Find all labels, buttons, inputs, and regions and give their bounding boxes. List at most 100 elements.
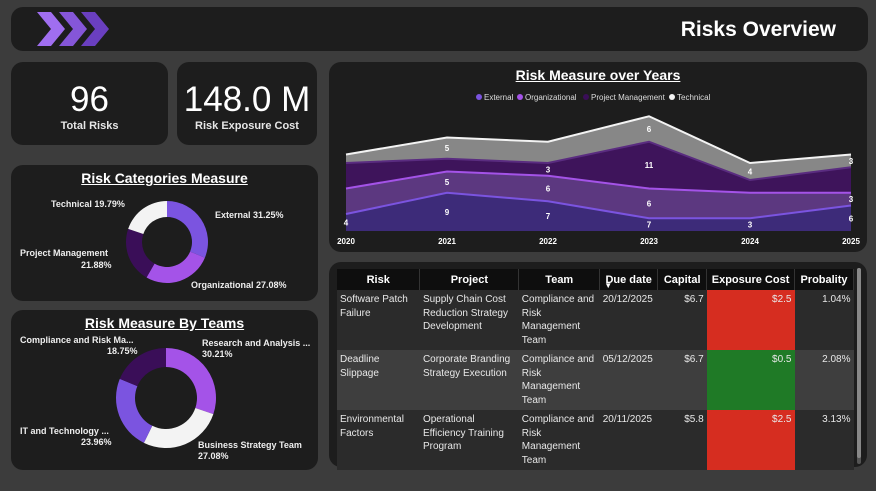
legend-item: Organizational bbox=[525, 93, 577, 102]
label-it-1: IT and Technology ... bbox=[20, 426, 109, 436]
risk-categories-panel: Risk Categories Measure External 31.25% … bbox=[11, 165, 318, 301]
x-tick-label: 2025 bbox=[842, 237, 860, 246]
data-label: 6 bbox=[647, 199, 652, 208]
cell-probability: 3.13% bbox=[794, 410, 854, 470]
cell-risk: Environmental Factors bbox=[337, 410, 420, 470]
table-scrollbar-thumb[interactable] bbox=[857, 268, 861, 458]
x-tick-label: 2021 bbox=[438, 237, 456, 246]
risk-years-panel: Risk Measure over Years 4 9 7 7 3 6 5 6 6 3 3 11 5 6 4… bbox=[329, 62, 867, 252]
data-label: 3 bbox=[849, 195, 854, 204]
label-technical: Technical 19.79% bbox=[51, 199, 125, 209]
legend-marker bbox=[476, 94, 482, 100]
data-label: 11 bbox=[645, 161, 654, 170]
data-label: 3 bbox=[546, 165, 551, 174]
label-compliance-2: 18.75% bbox=[107, 346, 138, 356]
data-label: 3 bbox=[849, 157, 854, 166]
cell-exposure: $2.5 bbox=[706, 410, 795, 470]
cell-exposure: $2.5 bbox=[706, 290, 795, 350]
x-tick-label: 2020 bbox=[337, 237, 355, 246]
slice-technical[interactable] bbox=[128, 201, 167, 234]
cell-due: 20/12/2025 bbox=[599, 290, 658, 350]
data-label: 4 bbox=[748, 168, 753, 177]
label-business-2: 27.08% bbox=[198, 451, 229, 461]
cell-risk: Software Patch Failure bbox=[337, 290, 420, 350]
cell-probability: 1.04% bbox=[794, 290, 854, 350]
legend-marker bbox=[669, 94, 675, 100]
cell-risk: Deadline Slippage bbox=[337, 350, 420, 410]
teams-donut[interactable] bbox=[115, 347, 217, 449]
label-research-2: 30.21% bbox=[202, 349, 233, 359]
data-label: 9 bbox=[445, 208, 450, 217]
col-header-probability[interactable]: Probality bbox=[794, 269, 854, 290]
label-external: External 31.25% bbox=[215, 210, 284, 220]
teams-title: Risk Measure By Teams bbox=[84, 315, 245, 331]
kpi-risk-exposure-value: 148.0 M bbox=[183, 80, 311, 119]
col-header-due-date-label: Due date bbox=[605, 273, 652, 286]
label-project-management-1: Project Management bbox=[20, 248, 109, 258]
categories-donut[interactable] bbox=[125, 200, 209, 284]
slice-external[interactable] bbox=[167, 201, 208, 258]
data-label: 6 bbox=[546, 185, 551, 194]
col-header-team[interactable]: Team bbox=[518, 269, 601, 290]
cell-due: 20/11/2025 bbox=[599, 410, 658, 470]
label-organizational: Organizational 27.08% bbox=[191, 280, 287, 290]
categories-title: Risk Categories Measure bbox=[81, 170, 248, 186]
cell-team: Compliance and Risk Management Team bbox=[518, 350, 600, 410]
slice-project-management[interactable] bbox=[126, 228, 155, 278]
legend-item: Project Management bbox=[591, 93, 666, 102]
label-business-1: Business Strategy Team bbox=[198, 440, 302, 450]
slice-it-technology[interactable] bbox=[115, 378, 153, 443]
cell-project: Operational Efficiency Training Program bbox=[419, 410, 519, 470]
legend-marker bbox=[583, 94, 589, 100]
table-row[interactable]: Software Patch Failure Supply Chain Cost… bbox=[337, 290, 854, 350]
col-header-due-date[interactable]: Due date ▼ bbox=[599, 269, 659, 290]
cell-capital: $6.7 bbox=[657, 350, 707, 410]
legend-marker bbox=[517, 94, 523, 100]
kpi-risk-exposure-label: Risk Exposure Cost bbox=[195, 120, 299, 132]
legend-item: External bbox=[484, 93, 514, 102]
kpi-risk-exposure: 148.0 M Risk Exposure Cost bbox=[177, 62, 317, 145]
x-tick-label: 2024 bbox=[741, 237, 759, 246]
col-header-project[interactable]: Project bbox=[419, 269, 520, 290]
data-label: 6 bbox=[849, 214, 854, 223]
cell-capital: $5.8 bbox=[657, 410, 707, 470]
table-row[interactable]: Deadline Slippage Corporate Branding Str… bbox=[337, 350, 854, 410]
data-label: 4 bbox=[344, 219, 349, 228]
chevrons-right-icon bbox=[37, 12, 109, 46]
data-label: 6 bbox=[647, 125, 652, 134]
cell-project: Supply Chain Cost Reduction Strategy Dev… bbox=[419, 290, 519, 350]
legend-item: Technical bbox=[677, 93, 711, 102]
data-label: 5 bbox=[445, 178, 450, 187]
col-header-risk[interactable]: Risk bbox=[337, 269, 421, 290]
cell-capital: $6.7 bbox=[657, 290, 707, 350]
data-label: 7 bbox=[546, 212, 551, 221]
cell-team: Compliance and Risk Management Team bbox=[518, 290, 600, 350]
label-it-2: 23.96% bbox=[81, 437, 112, 447]
label-research-1: Research and Analysis ... bbox=[202, 338, 311, 348]
risk-table: Risk Project Team Due date ▼ Capital Expo… bbox=[337, 269, 854, 470]
cell-project: Corporate Branding Strategy Execution bbox=[419, 350, 519, 410]
kpi-total-risks: 96 Total Risks bbox=[11, 62, 168, 145]
data-label: 5 bbox=[445, 144, 450, 153]
data-label: 7 bbox=[647, 221, 652, 230]
data-label: 3 bbox=[748, 221, 753, 230]
risk-table-panel: Risk Project Team Due date ▼ Capital Expo… bbox=[329, 262, 867, 470]
label-project-management-2: 21.88% bbox=[81, 260, 112, 270]
kpi-total-risks-value: 96 bbox=[70, 80, 109, 119]
cell-probability: 2.08% bbox=[794, 350, 854, 410]
kpi-total-risks-label: Total Risks bbox=[60, 120, 119, 132]
x-tick-label: 2022 bbox=[539, 237, 557, 246]
col-header-capital[interactable]: Capital bbox=[657, 269, 708, 290]
table-header-row: Risk Project Team Due date ▼ Capital Expo… bbox=[337, 269, 854, 290]
label-compliance-1: Compliance and Risk Ma... bbox=[20, 335, 134, 345]
cell-due: 05/12/2025 bbox=[599, 350, 658, 410]
slice-organizational[interactable] bbox=[146, 251, 205, 283]
cell-exposure: $0.5 bbox=[706, 350, 795, 410]
years-area-chart[interactable]: 4 9 7 7 3 6 5 6 6 3 3 11 5 6 4 3 2020 2021 2022 2023 2024 202… bbox=[329, 62, 867, 252]
sort-down-icon: ▼ bbox=[604, 281, 613, 290]
col-header-exposure[interactable]: Exposure Cost bbox=[706, 269, 795, 290]
cell-team: Compliance and Risk Management Team bbox=[518, 410, 600, 470]
table-row[interactable]: Environmental Factors Operational Effici… bbox=[337, 410, 854, 470]
risk-teams-panel: Risk Measure By Teams Research and Analy… bbox=[11, 310, 318, 470]
x-tick-label: 2023 bbox=[640, 237, 658, 246]
